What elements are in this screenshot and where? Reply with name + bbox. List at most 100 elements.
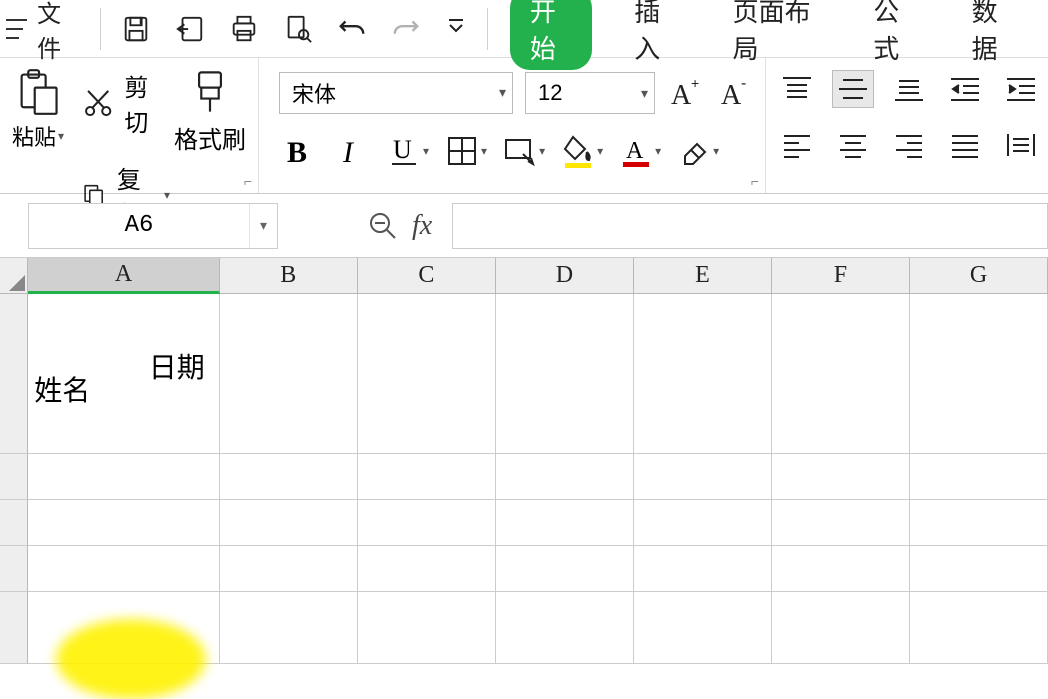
increase-font-icon[interactable]: A+ [667,74,705,112]
cell[interactable] [910,294,1048,454]
save-icon[interactable] [121,13,151,45]
tab-data[interactable]: 数据 [972,0,1014,66]
cell[interactable] [28,546,220,592]
cell[interactable] [496,546,634,592]
cell[interactable] [28,454,220,500]
cell-A1[interactable]: 日期 姓名 [28,294,220,454]
print-preview-icon[interactable] [283,13,313,45]
col-header-F[interactable]: F [772,258,910,294]
tab-layout[interactable]: 页面布局 [733,0,818,66]
align-middle-icon[interactable] [832,70,874,108]
col-header-A[interactable]: A [28,258,220,294]
align-justify-icon[interactable] [944,126,986,164]
cell[interactable] [220,294,358,454]
bold-button[interactable]: B [279,132,317,170]
row-header[interactable] [0,454,28,500]
eraser-button[interactable]: ▾ [677,134,719,168]
select-all-corner[interactable] [0,258,28,294]
group-launcher-icon[interactable]: ⌐ [751,173,759,189]
align-bottom-icon[interactable] [888,70,930,108]
col-header-C[interactable]: C [358,258,496,294]
cell[interactable] [28,592,220,664]
cell[interactable] [634,294,772,454]
underline-button[interactable]: U▾ [387,134,429,168]
fill-color-button[interactable]: ▾ [561,134,603,168]
svg-text:-: - [741,76,746,92]
cell[interactable] [910,592,1048,664]
cut-button[interactable]: 剪切 [82,68,170,138]
font-color-button[interactable]: A▾ [619,134,661,168]
align-top-icon[interactable] [776,70,818,108]
cell[interactable] [358,294,496,454]
increase-indent-icon[interactable] [1000,70,1042,108]
cell[interactable] [358,500,496,546]
align-group [766,58,1048,193]
fx-icon[interactable]: fx [412,210,432,242]
cell-a1-top-text: 日期 [149,346,205,386]
cell[interactable] [772,592,910,664]
cell[interactable] [634,454,772,500]
borders-button[interactable]: ▾ [445,134,487,168]
cell[interactable] [496,592,634,664]
menu-icon[interactable] [6,19,27,39]
cell[interactable] [772,454,910,500]
cell[interactable] [634,592,772,664]
decrease-font-icon[interactable]: A- [717,74,755,112]
print-icon[interactable] [229,13,259,45]
cell[interactable] [772,500,910,546]
cell-style-button[interactable]: ▾ [503,134,545,168]
font-name-combo[interactable]: 宋体▾ [279,72,513,114]
tab-formula[interactable]: 公式 [873,0,915,66]
cell[interactable] [358,592,496,664]
cell[interactable] [220,500,358,546]
cell[interactable] [358,454,496,500]
divider [100,8,101,50]
cell[interactable] [634,500,772,546]
col-header-D[interactable]: D [496,258,634,294]
format-brush-button[interactable]: 格式刷 [174,68,246,155]
align-left-icon[interactable] [776,126,818,164]
distribute-icon[interactable] [1000,126,1042,164]
cell[interactable] [910,500,1048,546]
cell[interactable] [910,454,1048,500]
row-header[interactable] [0,546,28,592]
cell[interactable] [220,546,358,592]
cell[interactable] [220,454,358,500]
col-header-E[interactable]: E [634,258,772,294]
col-header-G[interactable]: G [910,258,1048,294]
file-menu[interactable]: 文件 [37,0,76,64]
undo-icon[interactable] [337,13,367,45]
font-name-value: 宋体 [292,77,336,109]
name-box[interactable]: A6 ▾ [28,203,278,249]
col-header-B[interactable]: B [220,258,358,294]
align-right-icon[interactable] [888,126,930,164]
cell[interactable] [220,592,358,664]
cell[interactable] [634,546,772,592]
decrease-indent-icon[interactable] [944,70,986,108]
tab-insert[interactable]: 插入 [634,0,676,66]
row-header[interactable] [0,500,28,546]
highlight-marker [56,619,206,699]
zoom-out-icon[interactable] [368,211,398,241]
cell[interactable] [496,294,634,454]
group-launcher-icon[interactable]: ⌐ [244,173,252,189]
row-header[interactable] [0,294,28,454]
redo-icon[interactable] [391,13,421,45]
export-icon[interactable] [175,13,205,45]
font-size-combo[interactable]: 12▾ [525,72,655,114]
name-box-value: A6 [29,212,249,239]
cell[interactable] [28,500,220,546]
cell[interactable] [772,294,910,454]
paste-button[interactable]: 粘贴▾ [8,68,68,152]
cell[interactable] [358,546,496,592]
cell[interactable] [910,546,1048,592]
cell[interactable] [496,500,634,546]
row-header[interactable] [0,592,28,664]
cell[interactable] [772,546,910,592]
italic-button[interactable]: I [333,132,371,170]
qat-dropdown-icon[interactable] [447,17,465,40]
cell[interactable] [496,454,634,500]
align-center-icon[interactable] [832,126,874,164]
caret-icon[interactable]: ▾ [249,204,277,248]
formula-input[interactable] [452,203,1048,249]
